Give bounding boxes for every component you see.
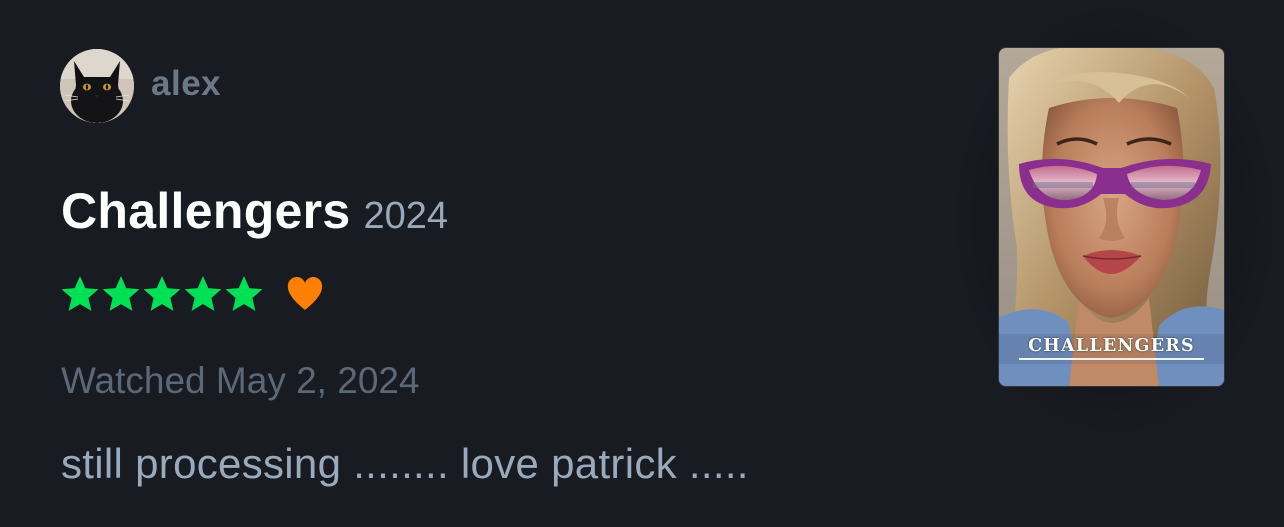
poster-title-underline: [1019, 358, 1204, 360]
star-rating: [60, 274, 265, 314]
avatar[interactable]: [60, 49, 134, 123]
poster-title: CHALLENGERS: [1028, 336, 1195, 356]
review-text: still processing ........ love patrick .…: [61, 440, 749, 487]
star-icon: [102, 276, 140, 311]
star-icon: [61, 276, 99, 311]
review-card: alex Challengers 2024 Watched May 2, 202…: [0, 0, 1284, 527]
film-year[interactable]: 2024: [364, 195, 449, 238]
watched-date: Watched May 2, 2024: [61, 360, 420, 401]
film-heading: Challengers 2024: [61, 182, 448, 240]
star-icon: [143, 276, 181, 311]
film-poster[interactable]: CHALLENGERS: [999, 48, 1224, 386]
rating-row: [60, 274, 324, 314]
user-header[interactable]: alex: [60, 48, 221, 124]
star-icon: [225, 276, 263, 311]
film-title[interactable]: Challengers: [61, 182, 351, 240]
heart-icon: [287, 277, 323, 310]
username[interactable]: alex: [151, 64, 221, 104]
star-icon: [184, 276, 222, 311]
black-cat-avatar-icon: [60, 49, 134, 123]
